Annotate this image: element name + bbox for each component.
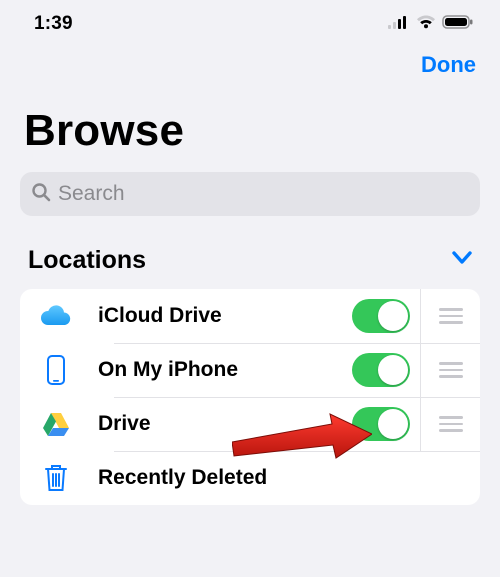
google-drive-icon xyxy=(39,407,73,441)
drag-handle-icon[interactable] xyxy=(439,416,463,432)
locations-list: iCloud Drive On My iPhone xyxy=(20,289,480,505)
wifi-icon xyxy=(416,15,436,34)
chevron-down-icon xyxy=(452,251,472,270)
locations-label: Locations xyxy=(28,246,146,275)
row-label-drive: Drive xyxy=(78,412,342,436)
status-time: 1:39 xyxy=(34,13,73,35)
search-field[interactable] xyxy=(20,172,480,216)
trash-icon xyxy=(39,461,73,495)
battery-icon xyxy=(442,15,474,34)
list-item: Recently Deleted xyxy=(20,451,480,505)
toggle-phone[interactable] xyxy=(352,353,410,387)
status-bar: 1:39 xyxy=(0,0,500,44)
drag-handle-icon[interactable] xyxy=(439,308,463,324)
toggle-drive[interactable] xyxy=(352,407,410,441)
search-icon xyxy=(30,181,58,208)
icloud-icon xyxy=(39,299,73,333)
row-label-phone: On My iPhone xyxy=(78,358,342,382)
iphone-icon xyxy=(39,353,73,387)
done-button[interactable]: Done xyxy=(421,52,476,78)
page-title: Browse xyxy=(0,78,500,168)
cellular-icon xyxy=(388,15,410,34)
list-item: Drive xyxy=(20,397,480,451)
row-label-trash: Recently Deleted xyxy=(78,466,480,490)
nav-bar: Done xyxy=(0,44,500,78)
drag-handle-icon[interactable] xyxy=(439,362,463,378)
toggle-icloud[interactable] xyxy=(352,299,410,333)
search-input[interactable] xyxy=(58,182,470,206)
list-item: iCloud Drive xyxy=(20,289,480,343)
row-label-icloud: iCloud Drive xyxy=(78,304,342,328)
list-item: On My iPhone xyxy=(20,343,480,397)
locations-header[interactable]: Locations xyxy=(0,216,500,285)
status-icons xyxy=(388,15,474,34)
